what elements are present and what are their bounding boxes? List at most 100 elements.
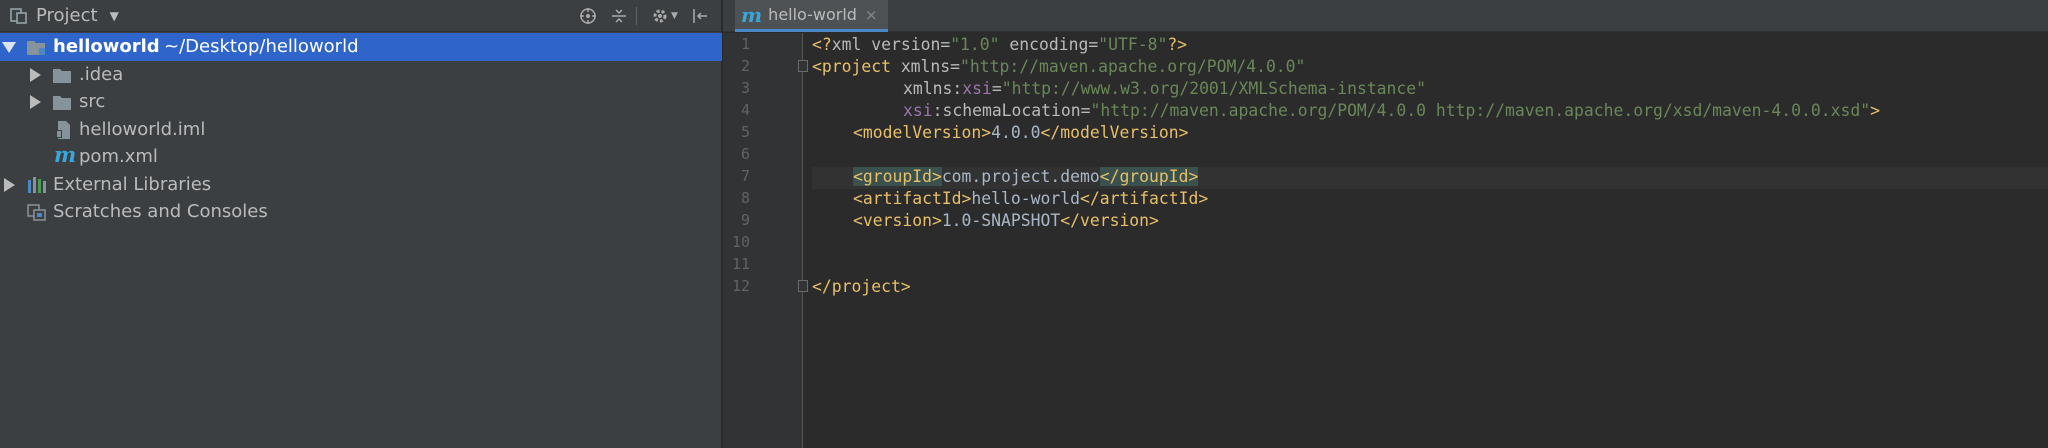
code-line-12: </project> bbox=[812, 276, 911, 298]
module-folder-icon bbox=[26, 37, 46, 57]
code-token: "http://maven.apache.org/POM/4.0.0" bbox=[960, 57, 1306, 76]
line-number: 4 bbox=[740, 101, 750, 119]
tree-item-label: External Libraries bbox=[53, 173, 212, 195]
tree-item-label: .idea bbox=[79, 63, 124, 85]
code-token: :schemaLocation= bbox=[932, 101, 1091, 120]
code-token: </modelVersion> bbox=[1040, 123, 1189, 142]
gear-chevron-icon[interactable]: ▼ bbox=[671, 11, 678, 21]
scratches-icon bbox=[27, 202, 47, 222]
tab-hello-world[interactable]: m hello-world × bbox=[735, 0, 888, 32]
line-number: 7 bbox=[740, 167, 750, 185]
code-token: xml bbox=[831, 35, 872, 54]
code-token: xmlns bbox=[903, 79, 953, 98]
code-token: = bbox=[940, 35, 951, 54]
tree-item-helloworld-iml[interactable]: helloworld.iml bbox=[0, 116, 722, 144]
editor: m hello-world × 1 2 3 4 5 6 7 8 9 10 11 … bbox=[723, 0, 2048, 448]
code-token: com.project.demo bbox=[941, 167, 1100, 186]
code-token: version bbox=[871, 35, 941, 54]
chevron-down-icon[interactable]: ▼ bbox=[110, 9, 119, 23]
folder-icon bbox=[52, 65, 72, 85]
line-number: 5 bbox=[740, 123, 750, 141]
code-line-8: <artifactId>hello-world</artifactId> bbox=[853, 188, 1208, 210]
fold-marker-icon[interactable] bbox=[798, 280, 808, 292]
tree-item-scratches[interactable]: Scratches and Consoles bbox=[0, 198, 722, 226]
code-token: </version> bbox=[1060, 211, 1159, 230]
editor-tab-bar: m hello-world × bbox=[723, 0, 2048, 32]
tab-label: hello-world bbox=[768, 5, 857, 24]
line-number: 8 bbox=[740, 189, 750, 207]
code-token: 1.0-SNAPSHOT bbox=[941, 211, 1061, 230]
code-token: encoding bbox=[1009, 35, 1089, 54]
project-panel-title[interactable]: Project bbox=[36, 5, 98, 26]
tree-item-label: pom.xml bbox=[79, 146, 158, 168]
code-token: <? bbox=[812, 35, 832, 54]
code-token: : bbox=[952, 79, 963, 98]
line-number: 1 bbox=[740, 35, 750, 53]
code-token: <groupId> bbox=[853, 167, 942, 186]
tree-item-path: ~/Desktop/helloworld bbox=[164, 36, 359, 58]
code-token: = bbox=[950, 57, 961, 76]
code-token: "http://maven.apache.org/POM/4.0.0 http:… bbox=[1090, 101, 1871, 120]
code-token: <modelVersion> bbox=[853, 123, 992, 142]
line-number: 2 bbox=[740, 57, 750, 75]
tree-item-label: helloworld bbox=[53, 36, 160, 58]
fold-marker-icon[interactable] bbox=[798, 60, 808, 72]
code-line-4: xsi:schemaLocation="http://maven.apache.… bbox=[903, 100, 1880, 122]
hide-panel-icon[interactable] bbox=[690, 6, 710, 26]
code-area[interactable]: <?xml version="1.0" encoding="UTF-8"?> <… bbox=[812, 33, 2048, 448]
line-number: 11 bbox=[731, 255, 750, 273]
code-token: <version> bbox=[853, 211, 942, 230]
tree-item-idea[interactable]: .idea bbox=[0, 61, 722, 89]
code-token: > bbox=[1870, 101, 1880, 120]
code-token: "1.0" bbox=[950, 35, 1000, 54]
tree-item-label: helloworld.iml bbox=[79, 118, 206, 140]
folder-icon bbox=[52, 92, 72, 112]
line-number: 10 bbox=[731, 233, 750, 251]
project-tree: helloworld ~/Desktop/helloworld .idea sr… bbox=[0, 33, 722, 226]
code-token: "UTF-8" bbox=[1098, 35, 1168, 54]
code-line-1: <?xml version="1.0" encoding="UTF-8"?> bbox=[812, 34, 1187, 56]
maven-icon: m bbox=[741, 2, 763, 27]
project-panel-header: Project ▼ ▼ bbox=[0, 0, 721, 32]
code-token: </groupId> bbox=[1099, 167, 1199, 186]
iml-file-icon bbox=[54, 120, 74, 140]
tree-item-src[interactable]: src bbox=[0, 88, 722, 116]
code-token: = bbox=[1088, 35, 1099, 54]
code-token: = bbox=[991, 79, 1002, 98]
locate-icon[interactable] bbox=[578, 6, 598, 26]
code-token: </artifactId> bbox=[1079, 189, 1209, 208]
code-line-7: <groupId>com.project.demo</groupId> bbox=[853, 166, 1199, 188]
line-number: 9 bbox=[740, 211, 750, 229]
tree-item-pom-xml[interactable]: m pom.xml bbox=[0, 143, 722, 171]
code-line-2: <project xmlns="http://maven.apache.org/… bbox=[812, 56, 1305, 78]
code-token: hello-world bbox=[971, 189, 1080, 208]
code-token: 4.0.0 bbox=[991, 123, 1041, 142]
expand-arrow-icon[interactable] bbox=[2, 42, 16, 53]
code-token: ?> bbox=[1167, 35, 1188, 54]
code-token: "http://www.w3.org/2001/XMLSchema-instan… bbox=[1001, 79, 1427, 98]
code-token: xsi bbox=[962, 79, 992, 98]
tree-item-label: Scratches and Consoles bbox=[53, 201, 268, 223]
tree-item-label: src bbox=[79, 91, 106, 113]
line-number-gutter: 1 2 3 4 5 6 7 8 9 10 11 12 bbox=[723, 33, 808, 448]
code-token: xsi bbox=[903, 101, 933, 120]
project-view-icon bbox=[10, 7, 28, 25]
close-icon[interactable]: × bbox=[865, 6, 878, 24]
tree-item-external-libraries[interactable]: External Libraries bbox=[0, 171, 722, 199]
collapse-all-icon[interactable] bbox=[609, 6, 629, 26]
code-line-9: <version>1.0-SNAPSHOT</version> bbox=[853, 210, 1159, 232]
code-token: </project> bbox=[812, 277, 911, 296]
collapsed-arrow-icon[interactable] bbox=[4, 177, 15, 192]
code-token: <project bbox=[812, 57, 901, 76]
tree-item-helloworld[interactable]: helloworld ~/Desktop/helloworld bbox=[0, 33, 722, 61]
code-token: <artifactId> bbox=[853, 189, 972, 208]
gear-icon[interactable] bbox=[650, 6, 670, 26]
collapsed-arrow-icon[interactable] bbox=[30, 95, 41, 109]
project-panel: Project ▼ ▼ helloworld ~/Desktop/hellowo… bbox=[0, 0, 722, 448]
code-line-3: xmlns:xsi="http://www.w3.org/2001/XMLSch… bbox=[903, 78, 1426, 100]
line-number: 6 bbox=[740, 145, 750, 163]
code-token: xmlns bbox=[900, 57, 951, 76]
collapsed-arrow-icon[interactable] bbox=[30, 67, 41, 82]
line-number: 3 bbox=[740, 79, 750, 97]
